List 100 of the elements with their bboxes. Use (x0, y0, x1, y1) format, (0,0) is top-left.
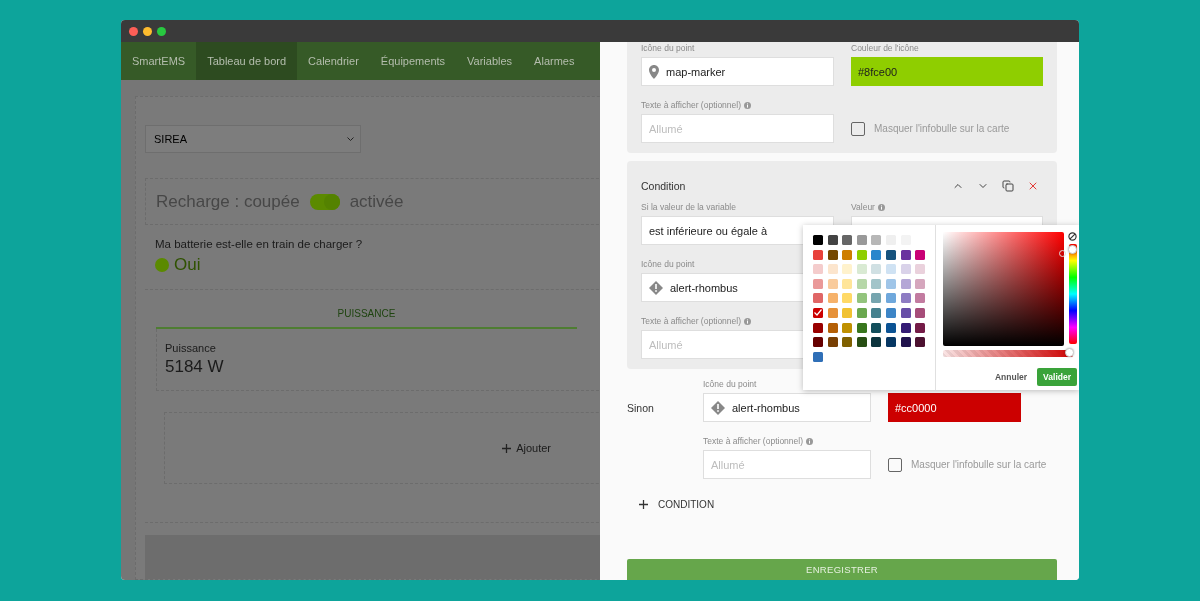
color-swatch[interactable] (871, 293, 882, 304)
color-swatch[interactable] (856, 264, 867, 275)
color-swatch[interactable] (885, 322, 896, 333)
input-field[interactable]: Allumé (703, 450, 871, 479)
condition-title: Condition (641, 180, 686, 192)
color-swatch[interactable] (813, 264, 823, 275)
color-swatch[interactable] (885, 249, 896, 260)
nav-item[interactable]: Alarmes (523, 42, 586, 80)
color-swatch[interactable] (813, 293, 823, 304)
color-swatch[interactable] (900, 278, 911, 289)
color-swatch[interactable] (827, 264, 838, 275)
color-swatch[interactable] (827, 293, 838, 304)
icon-field[interactable]: map-marker (641, 57, 834, 86)
color-swatch[interactable] (915, 307, 926, 318)
nav-item[interactable]: SmartEMS (121, 42, 197, 80)
color-swatch[interactable] (871, 322, 882, 333)
color-swatch[interactable] (871, 337, 882, 348)
add-condition-button[interactable]: CONDITION (637, 497, 717, 512)
color-swatch[interactable] (813, 337, 823, 348)
color-swatch[interactable] (900, 307, 911, 318)
copy-icon[interactable] (1002, 180, 1014, 192)
info-icon (877, 203, 885, 211)
color-swatch[interactable] (813, 322, 823, 333)
color-swatch[interactable] (827, 278, 838, 289)
color-swatch[interactable] (885, 307, 896, 318)
color-swatch[interactable] (813, 235, 823, 245)
color-swatch[interactable] (827, 337, 838, 348)
color-swatch[interactable] (856, 337, 867, 348)
field-label: Valeur (851, 201, 885, 213)
color-swatch[interactable] (915, 293, 926, 304)
color-swatch[interactable] (842, 307, 853, 318)
color-swatch[interactable] (813, 278, 823, 289)
nav-item[interactable]: Tableau de bord (196, 42, 298, 80)
confirm-button[interactable]: Valider (1037, 368, 1077, 386)
close-window-button[interactable] (129, 26, 138, 36)
close-icon[interactable] (1027, 180, 1039, 192)
color-swatch[interactable] (915, 249, 926, 260)
color-swatch[interactable] (871, 235, 882, 245)
input-field[interactable]: Allumé (641, 114, 834, 143)
color-swatch[interactable] (827, 307, 838, 318)
alpha-slider-thumb[interactable] (1065, 348, 1074, 357)
color-swatch[interactable] (827, 235, 838, 245)
hue-slider-thumb[interactable] (1067, 244, 1077, 254)
color-swatch[interactable] (813, 307, 823, 318)
saturation-area[interactable] (943, 232, 1064, 346)
color-swatch[interactable] (813, 351, 823, 362)
color-swatch[interactable] (885, 337, 896, 348)
icon-field[interactable]: alert-rhombus (703, 393, 871, 422)
nav-item[interactable]: Variables (456, 42, 524, 80)
color-swatch[interactable] (915, 264, 926, 275)
color-swatch[interactable] (915, 322, 926, 333)
color-swatch[interactable] (856, 307, 867, 318)
color-swatch[interactable] (842, 249, 853, 260)
color-swatch[interactable] (856, 249, 867, 260)
color-swatch[interactable] (842, 293, 853, 304)
color-swatch[interactable] (900, 249, 911, 260)
color-swatch[interactable] (842, 278, 853, 289)
color-swatch[interactable] (856, 235, 867, 245)
color-swatch[interactable] (813, 249, 823, 260)
color-swatch[interactable] (871, 264, 882, 275)
color-swatch[interactable] (900, 264, 911, 275)
color-swatch[interactable] (856, 293, 867, 304)
color-swatch[interactable] (842, 322, 853, 333)
color-swatch[interactable] (871, 278, 882, 289)
color-swatch[interactable] (915, 337, 926, 348)
toggle-switch[interactable] (309, 193, 340, 210)
color-swatch[interactable] (842, 235, 853, 245)
color-swatch[interactable] (885, 278, 896, 289)
color-swatch[interactable] (900, 293, 911, 304)
checkbox[interactable] (851, 121, 865, 136)
color-swatch[interactable] (871, 249, 882, 260)
minimize-window-button[interactable] (143, 26, 152, 36)
color-swatch[interactable] (885, 264, 896, 275)
nav-item[interactable]: Calendrier (297, 42, 370, 80)
maximize-window-button[interactable] (157, 26, 166, 36)
color-swatch[interactable] (856, 278, 867, 289)
tab[interactable]: PUISSANCE (156, 308, 577, 329)
color-swatch[interactable] (842, 264, 853, 275)
color-swatch[interactable] (871, 307, 882, 318)
field-label: Icône du point (641, 42, 695, 54)
nav-item[interactable]: Équipements (369, 42, 457, 80)
color-field[interactable]: #8fce00 (851, 57, 1043, 86)
color-swatch[interactable] (856, 322, 867, 333)
color-swatch[interactable] (827, 249, 838, 260)
charging-question: Ma batterie est-elle en train de charger ? (155, 238, 364, 250)
color-swatch[interactable] (842, 337, 853, 348)
color-swatch[interactable] (900, 322, 911, 333)
field-label: Texte à afficher (optionnel) (641, 315, 751, 327)
cancel-button[interactable]: Annuler (993, 370, 1030, 384)
color-swatch[interactable] (900, 337, 911, 348)
save-button[interactable]: ENREGISTRER (627, 559, 1057, 580)
color-field[interactable]: #cc0000 (888, 393, 1021, 422)
field-label: Texte à afficher (optionnel) (703, 435, 813, 447)
plus-icon (502, 443, 512, 453)
site-select[interactable]: SIREA (145, 125, 361, 153)
color-swatch[interactable] (885, 293, 896, 304)
checkbox[interactable] (888, 457, 902, 472)
color-swatch[interactable] (827, 322, 838, 333)
no-color-icon[interactable] (1068, 232, 1077, 241)
color-swatch[interactable] (915, 278, 926, 289)
